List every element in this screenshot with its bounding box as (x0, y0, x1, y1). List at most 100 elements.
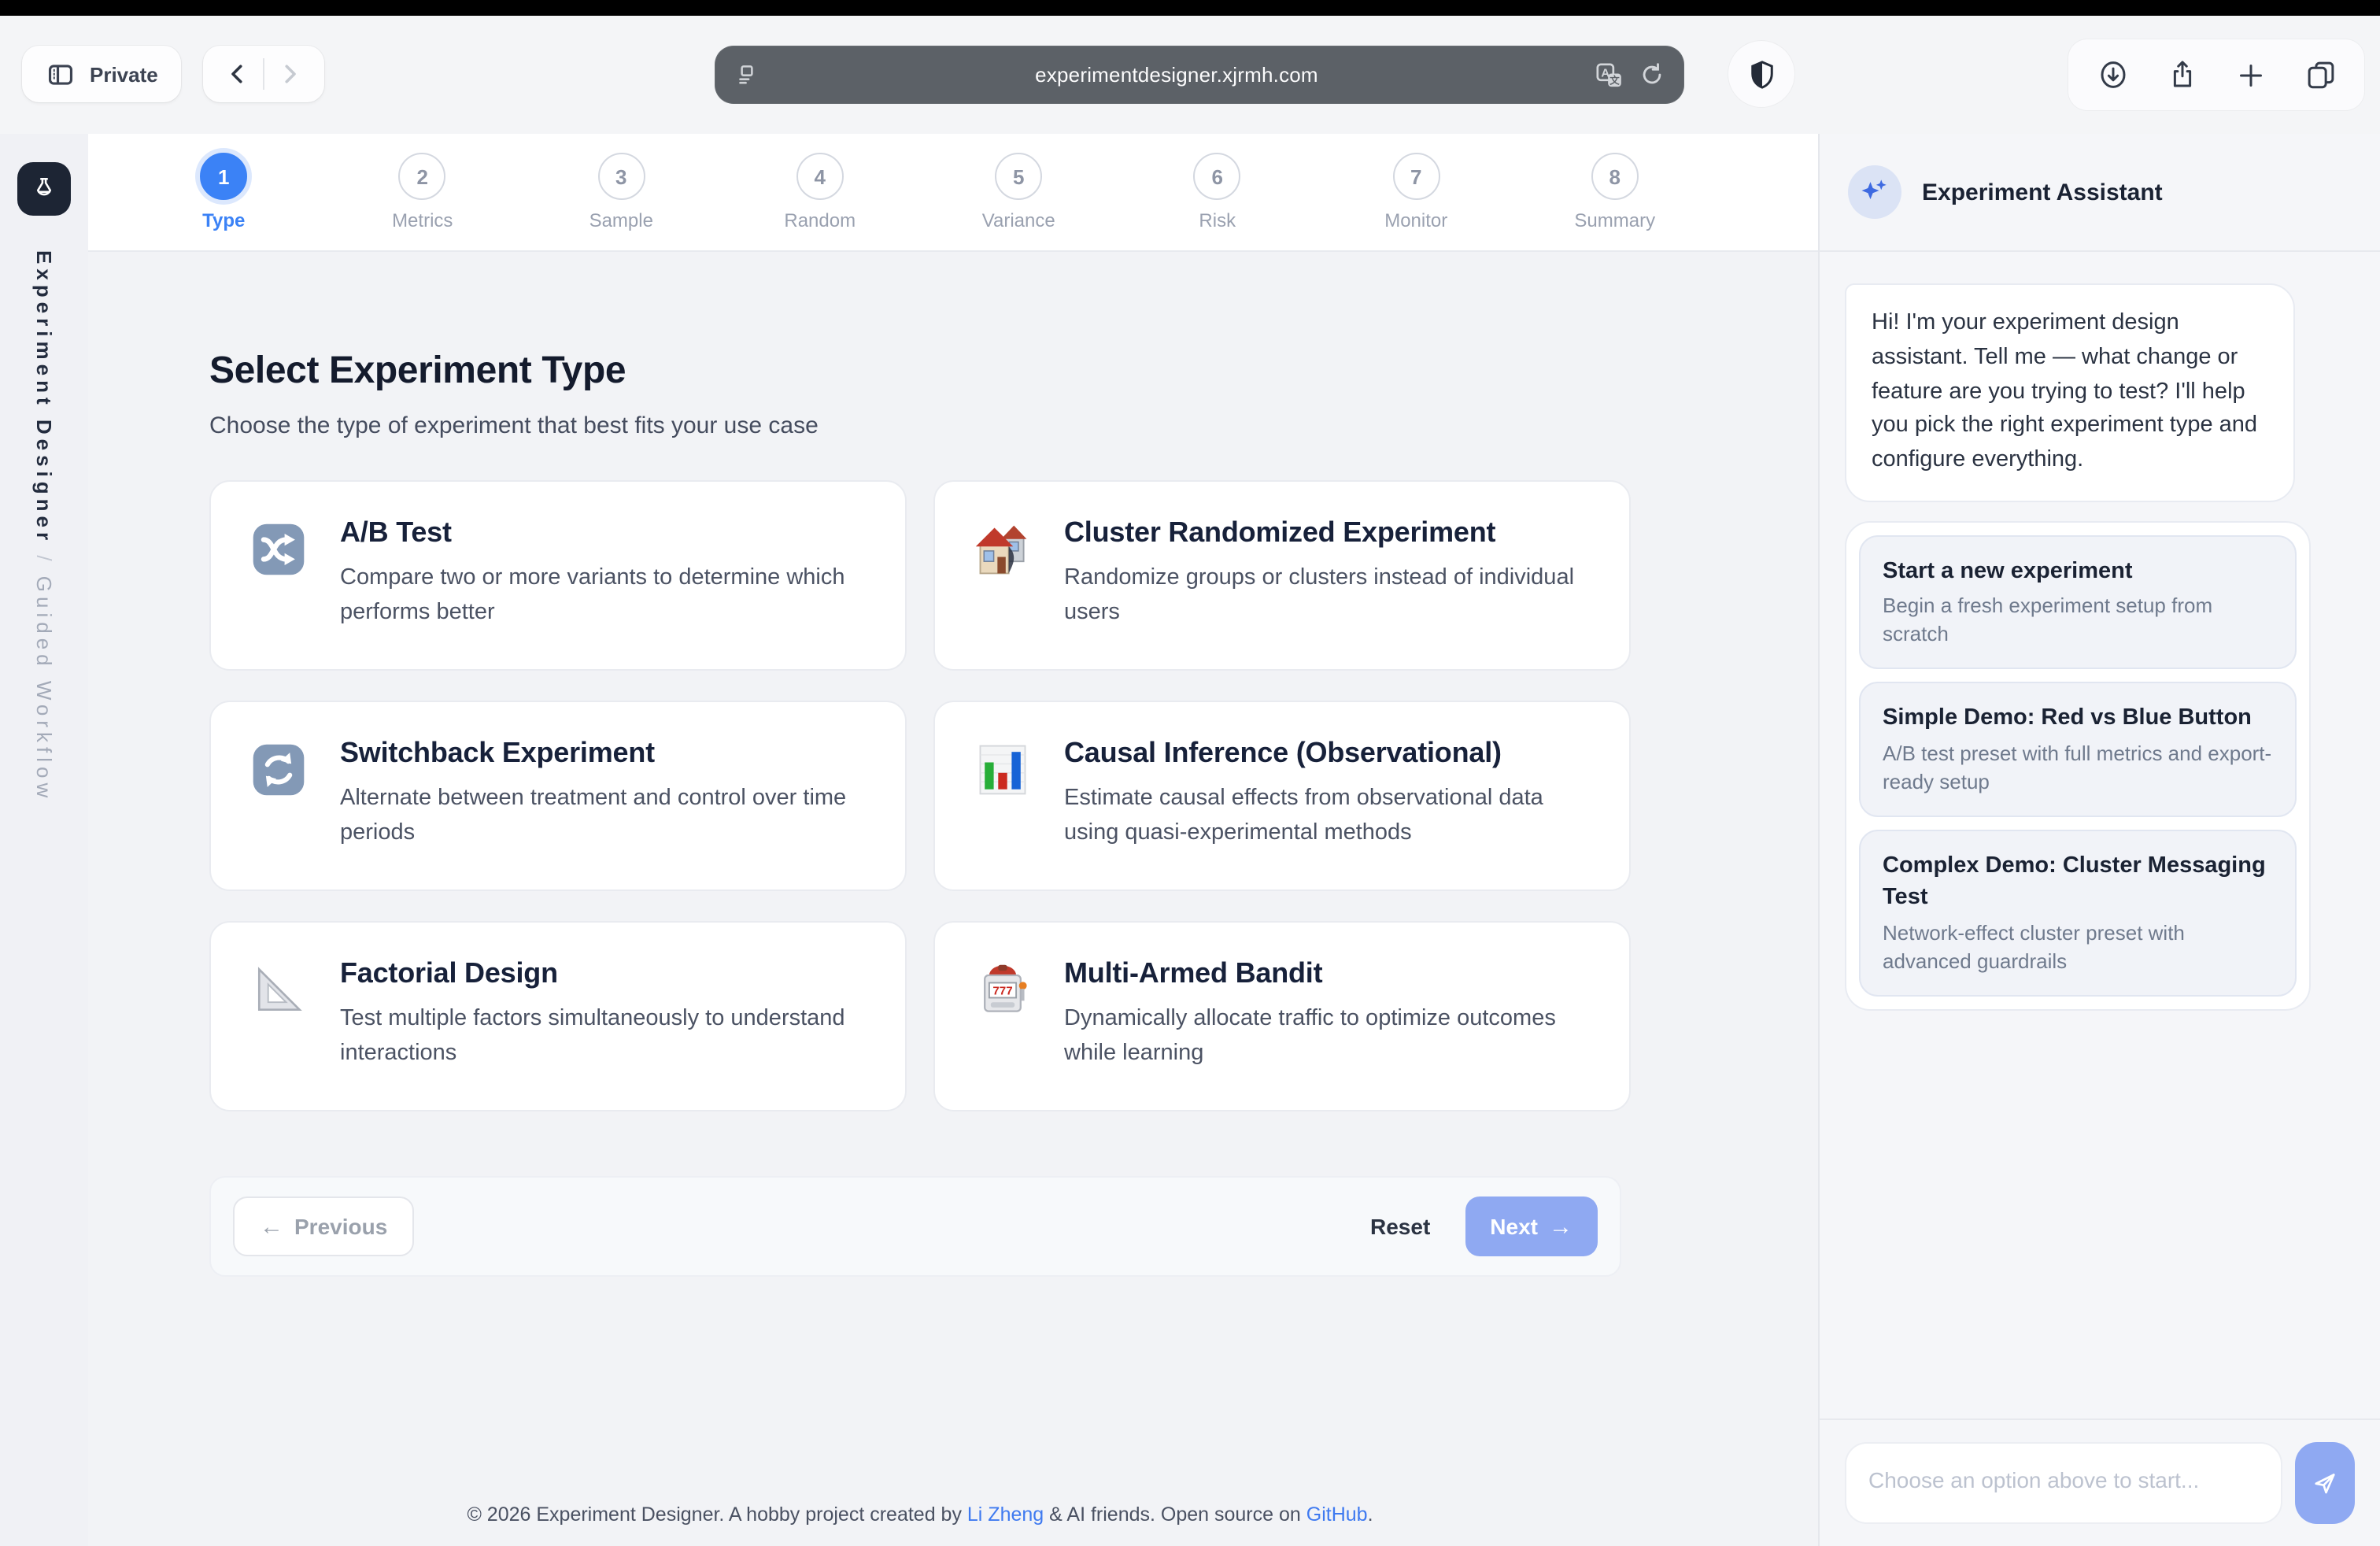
title-separator: / (32, 545, 56, 576)
assistant-avatar (1848, 165, 1901, 219)
app-title: Experiment Designer (32, 250, 56, 545)
author-link[interactable]: Li Zheng (967, 1503, 1044, 1526)
arrow-right-icon: → (1549, 1213, 1572, 1240)
forward-icon (276, 60, 305, 88)
address-bar[interactable]: experimentdesigner.xjrmh.com A 文 (715, 46, 1684, 104)
shuffle-icon (249, 516, 312, 634)
step-label: Variance (982, 209, 1055, 231)
step-circle: 8 (1591, 153, 1639, 200)
menu-bar-strip (0, 0, 2380, 16)
new-tab-button[interactable] (2216, 43, 2286, 106)
bar-chart-icon (973, 737, 1036, 855)
send-icon (2311, 1469, 2339, 1497)
svg-text:文: 文 (1609, 74, 1620, 86)
experiment-type-card[interactable]: 777 Multi-Armed BanditDynamically allocat… (933, 921, 1631, 1111)
card-body: Causal Inference (Observational)Estimate… (1064, 737, 1591, 855)
step-circle: 4 (796, 153, 844, 200)
private-label: Private (90, 62, 158, 86)
card-title: Switchback Experiment (340, 737, 867, 770)
downloads-button[interactable] (2078, 43, 2147, 106)
send-button[interactable] (2295, 1442, 2355, 1524)
app-vertical-title: Experiment Designer / Guided Workflow (32, 250, 56, 802)
experiment-type-card[interactable]: Cluster Randomized Experiment Randomize g… (933, 480, 1631, 671)
assistant-panel: Experiment Assistant Hi! I'm your experi… (1818, 134, 2380, 1546)
houses-icon (973, 516, 1036, 634)
step-label: Metrics (392, 209, 453, 231)
step-sample[interactable]: 3Sample (522, 153, 721, 231)
option-title: Simple Demo: Red vs Blue Button (1883, 703, 2273, 735)
content-blocker-button[interactable] (1728, 41, 1794, 107)
card-title: Cluster Randomized Experiment (1064, 516, 1591, 549)
experiment-type-card[interactable]: Switchback ExperimentAlternate between t… (209, 701, 907, 891)
step-circle: 5 (995, 153, 1042, 200)
website-settings-icon[interactable] (734, 61, 760, 88)
experiment-type-card[interactable]: A/B TestCompare two or more variants to … (209, 480, 907, 671)
github-link[interactable]: GitHub (1306, 1503, 1368, 1526)
card-body: Factorial DesignTest multiple factors si… (340, 957, 867, 1075)
translate-icon[interactable]: A 文 (1593, 59, 1624, 91)
main-column: 1 Type 2 Metrics 3Sample4Random 5 Variance 6Ris… (88, 134, 1818, 1546)
step-random[interactable]: 4Random (721, 153, 920, 231)
next-button[interactable]: Next → (1465, 1196, 1598, 1256)
previous-button[interactable]: ← Previous (233, 1196, 414, 1256)
card-description: Randomize groups or clusters instead of … (1064, 562, 1591, 631)
step-circle: 7 (1392, 153, 1439, 200)
step-metrics[interactable]: 2 Metrics (323, 153, 523, 231)
step-monitor[interactable]: 7Monitor (1317, 153, 1516, 231)
step-circle: 1 (200, 153, 247, 200)
step-label: Risk (1199, 209, 1236, 231)
share-icon (2165, 58, 2198, 91)
card-description: Compare two or more variants to determin… (340, 562, 867, 631)
page-subtitle: Choose the type of experiment that best … (209, 412, 1818, 439)
new-tab-icon (2235, 59, 2267, 91)
assistant-option-card[interactable]: Simple Demo: Red vs Blue Button A/B test … (1859, 682, 2297, 817)
share-button[interactable] (2147, 43, 2216, 106)
assistant-input[interactable] (1845, 1442, 2282, 1524)
tab-overview-button[interactable] (2286, 43, 2355, 106)
card-body: Switchback ExperimentAlternate between t… (340, 737, 867, 855)
arrow-left-icon: ← (260, 1213, 283, 1240)
step-risk[interactable]: 6Risk (1118, 153, 1318, 231)
sparkles-icon (1857, 175, 1892, 209)
assistant-option-card[interactable]: Start a new experimentBegin a fresh expe… (1859, 535, 2297, 670)
cycle-icon (249, 737, 312, 855)
svg-text:777: 777 (992, 985, 1012, 998)
card-body: Multi-Armed BanditDynamically allocate t… (1064, 957, 1591, 1075)
private-browsing-badge[interactable]: Private (22, 46, 182, 102)
shield-icon (1745, 57, 1778, 91)
forward-button[interactable] (265, 49, 316, 99)
app-subtitle: Guided Workflow (32, 576, 56, 803)
card-body: A/B TestCompare two or more variants to … (340, 516, 867, 634)
back-button[interactable] (213, 49, 264, 99)
step-type[interactable]: 1 Type (124, 153, 323, 231)
app-left-rail: Experiment Designer / Guided Workflow (0, 134, 88, 1546)
app-logo-badge[interactable] (17, 162, 71, 216)
step-label: Summary (1574, 209, 1655, 231)
step-summary[interactable]: 8 Summary (1516, 153, 1715, 231)
option-title: Complex Demo: Cluster Messaging Test (1883, 850, 2273, 914)
step-variance[interactable]: 5 Variance (919, 153, 1118, 231)
reload-icon[interactable] (1639, 61, 1665, 88)
footer-text: . (1368, 1503, 1373, 1526)
main-content: Select Experiment Type Choose the type o… (88, 252, 1818, 1546)
tab-overview-icon (2304, 58, 2337, 91)
footer-text: & AI friends. Open source on (1044, 1503, 1306, 1526)
option-description: Begin a fresh experiment setup from scra… (1883, 592, 2273, 649)
assistant-input-bar (1820, 1418, 2380, 1546)
experiment-type-card[interactable]: Factorial DesignTest multiple factors si… (209, 921, 907, 1111)
assistant-header: Experiment Assistant (1820, 134, 2380, 252)
assistant-greeting-bubble: Hi! I'm your experiment design assistant… (1845, 283, 2295, 502)
browser-window: Private (0, 0, 2380, 1546)
step-label: Sample (589, 209, 653, 231)
step-label: Type (202, 209, 245, 231)
assistant-option-card[interactable]: Complex Demo: Cluster Messaging TestNetw… (1859, 830, 2297, 997)
assistant-options: Start a new experimentBegin a fresh expe… (1845, 521, 2311, 1012)
step-circle: 2 (399, 153, 446, 200)
sidebar-icon (46, 59, 76, 89)
option-description: A/B test preset with full metrics and ex… (1883, 739, 2273, 797)
experiment-type-card[interactable]: Causal Inference (Observational)Estimate… (933, 701, 1631, 891)
reset-button[interactable]: Reset (1345, 1196, 1455, 1256)
flask-icon (30, 175, 58, 203)
nav-buttons (204, 46, 325, 102)
card-body: Cluster Randomized Experiment Randomize g… (1064, 516, 1591, 634)
